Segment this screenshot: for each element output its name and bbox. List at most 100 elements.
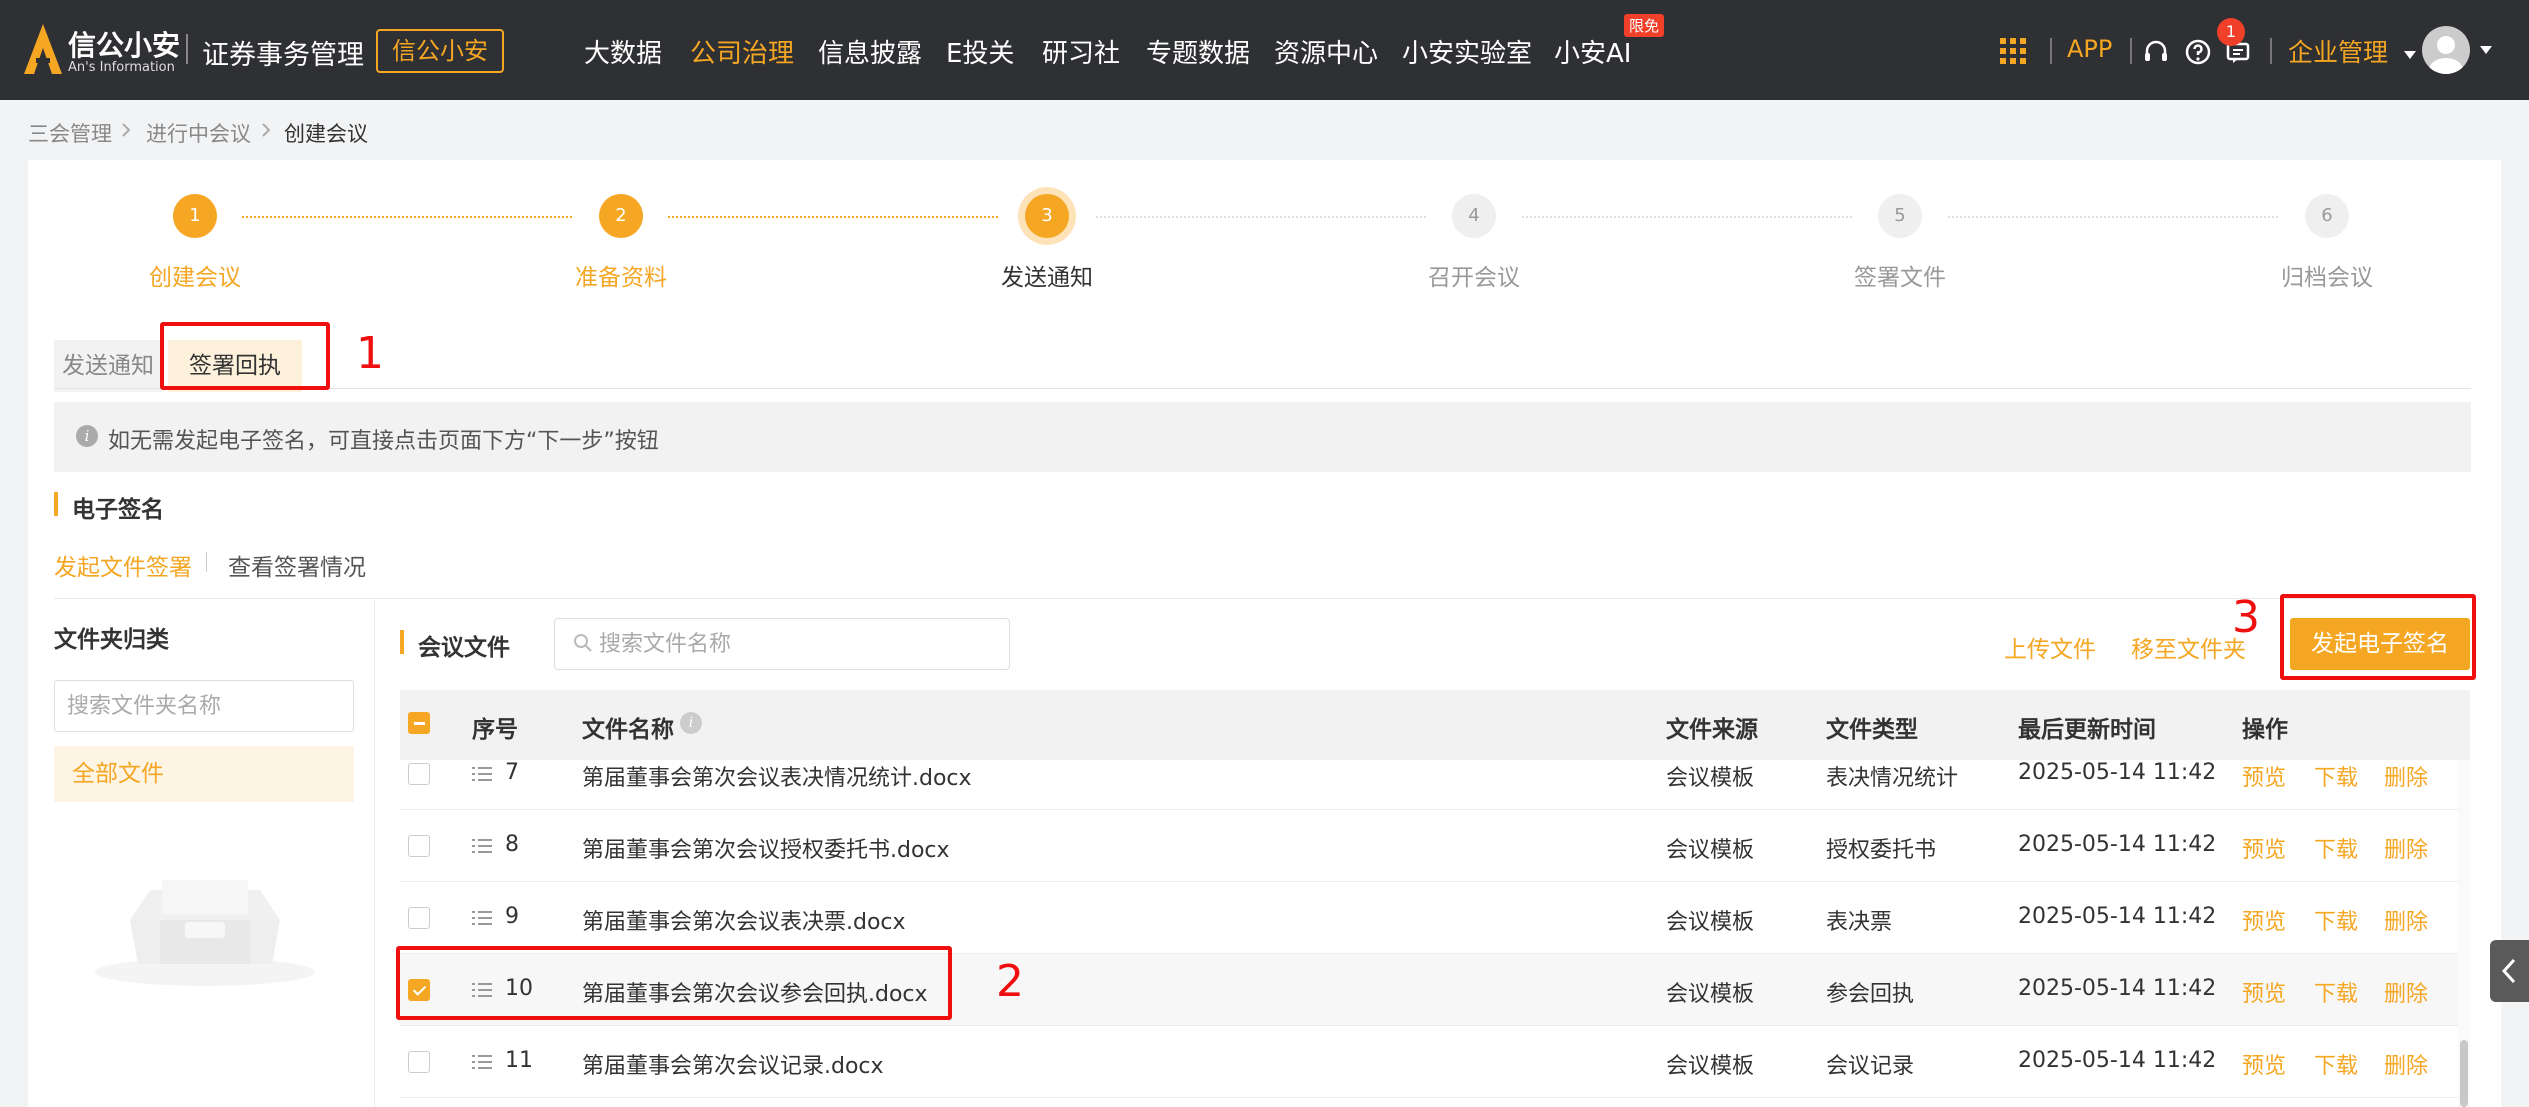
caret-down-icon <box>2403 51 2416 59</box>
step-2-label: 准备资料 <box>575 265 667 291</box>
avatar-icon <box>2429 36 2463 74</box>
annotation-number-3: 3 <box>2232 592 2260 643</box>
download-button[interactable]: 下载 <box>2314 976 2358 1008</box>
step-2-circle: 2 <box>599 194 643 238</box>
file-search-input[interactable] <box>599 627 999 661</box>
download-button[interactable]: 下载 <box>2314 904 2358 936</box>
row-type: 表决情况统计 <box>1826 766 1959 791</box>
breadcrumb-item[interactable]: 进行中会议 <box>146 118 251 148</box>
delete-button[interactable]: 删除 <box>2384 760 2428 792</box>
preview-button[interactable]: 预览 <box>2242 904 2286 936</box>
user-avatar[interactable] <box>2422 26 2470 74</box>
upload-file-button[interactable]: 上传文件 <box>2004 630 2096 664</box>
row-seq: 8 <box>505 832 519 857</box>
app-link[interactable]: APP <box>2067 35 2112 63</box>
nav-separator <box>2270 38 2272 64</box>
section-accent-bar <box>54 492 58 516</box>
row-file-name[interactable]: 第届董事会第次会议参会回执.docx <box>582 976 928 1008</box>
row-seq: 7 <box>505 760 519 785</box>
folder-search-input[interactable] <box>54 680 354 732</box>
row-file-name[interactable]: 第届董事会第次会议表决票.docx <box>582 904 906 936</box>
logo-divider <box>186 34 188 64</box>
drag-handle-icon[interactable] <box>472 838 492 854</box>
nav-item-investor-relations[interactable]: E投关 <box>946 33 1014 70</box>
chevron-right-icon <box>122 123 131 137</box>
nav-item-topic-data[interactable]: 专题数据 <box>1146 33 1250 70</box>
move-to-folder-button[interactable]: 移至文件夹 <box>2131 630 2246 664</box>
download-button[interactable]: 下载 <box>2314 760 2358 792</box>
nav-item-ai[interactable]: 小安AI <box>1554 33 1631 70</box>
step-1-label: 创建会议 <box>149 265 241 291</box>
delete-button[interactable]: 删除 <box>2384 1048 2428 1080</box>
preview-button[interactable]: 预览 <box>2242 1048 2286 1080</box>
help-icon[interactable] <box>2184 38 2212 66</box>
row-source: 会议模板 <box>1666 838 1755 863</box>
step-connector <box>242 216 572 218</box>
app-title: 证券事务管理 <box>202 40 364 71</box>
row-file-name[interactable]: 第届董事会第次会议表决情况统计.docx <box>582 760 972 792</box>
row-type: 授权委托书 <box>1826 838 1937 863</box>
breadcrumb-item[interactable]: 三会管理 <box>28 118 112 148</box>
annotation-number-2: 2 <box>996 956 1024 1007</box>
esign-section-title: 电子签名 <box>72 497 164 523</box>
row-checkbox[interactable] <box>408 763 430 785</box>
download-button[interactable]: 下载 <box>2314 832 2358 864</box>
nav-item-big-data[interactable]: 大数据 <box>584 33 662 70</box>
row-type: 参会回执 <box>1826 982 1915 1007</box>
preview-button[interactable]: 预览 <box>2242 976 2286 1008</box>
info-icon: i <box>76 425 98 447</box>
row-checkbox[interactable] <box>408 835 430 857</box>
row-checkbox[interactable] <box>408 907 430 929</box>
download-button[interactable]: 下载 <box>2314 1048 2358 1080</box>
row-file-name[interactable]: 第届董事会第次会议记录.docx <box>582 1048 884 1080</box>
drag-handle-icon[interactable] <box>472 766 492 782</box>
row-seq: 11 <box>505 1048 533 1073</box>
delete-button[interactable]: 删除 <box>2384 976 2428 1008</box>
folder-panel-divider <box>374 600 375 1107</box>
content-divider <box>54 598 2471 599</box>
row-checkbox[interactable] <box>408 1051 430 1073</box>
nav-item-corporate-governance[interactable]: 公司治理 <box>690 33 794 70</box>
nav-item-resource-center[interactable]: 资源中心 <box>1274 33 1378 70</box>
logo-icon[interactable] <box>24 24 62 74</box>
row-source: 会议模板 <box>1666 766 1755 791</box>
brand-button[interactable]: 信公小安 <box>376 29 504 73</box>
sublink-separator <box>206 552 207 572</box>
row-type: 表决票 <box>1826 910 1893 935</box>
nav-item-academy[interactable]: 研习社 <box>1042 33 1120 70</box>
file-search-box[interactable] <box>554 618 1010 670</box>
preview-button[interactable]: 预览 <box>2242 832 2286 864</box>
table-scrollbar-thumb[interactable] <box>2460 1040 2468 1107</box>
headset-icon[interactable] <box>2142 38 2170 66</box>
enterprise-menu[interactable]: 企业管理 <box>2288 33 2418 69</box>
row-updated: 2025-05-14 11:42 <box>2018 1048 2217 1073</box>
nav-item-disclosure[interactable]: 信息披露 <box>818 33 922 70</box>
start-signing-link[interactable]: 发起文件签署 <box>54 548 192 582</box>
files-panel-title: 会议文件 <box>418 635 510 661</box>
view-signing-link[interactable]: 查看签署情况 <box>228 548 366 582</box>
tab-sign-receipt[interactable]: 签署回执 <box>168 340 302 392</box>
row-updated: 2025-05-14 11:42 <box>2018 904 2217 929</box>
delete-button[interactable]: 删除 <box>2384 832 2428 864</box>
preview-button[interactable]: 预览 <box>2242 760 2286 792</box>
step-6-circle: 6 <box>2305 194 2349 238</box>
nav-item-lab[interactable]: 小安实验室 <box>1402 33 1532 70</box>
drag-handle-icon[interactable] <box>472 1054 492 1070</box>
side-panel-toggle[interactable] <box>2490 940 2529 1002</box>
tab-send-notice[interactable]: 发送通知 <box>54 340 162 392</box>
drag-handle-icon[interactable] <box>472 910 492 926</box>
apps-grid-icon[interactable] <box>2000 38 2026 64</box>
caret-down-icon[interactable] <box>2478 44 2494 56</box>
delete-button[interactable]: 删除 <box>2384 904 2428 936</box>
step-connector <box>1522 216 1852 218</box>
start-esign-button[interactable]: 发起电子签名 <box>2290 618 2470 670</box>
search-icon <box>574 634 592 652</box>
row-checkbox[interactable] <box>408 979 430 1001</box>
help-icon[interactable]: i <box>680 712 702 734</box>
row-file-name[interactable]: 第届董事会第次会议授权委托书.docx <box>582 832 950 864</box>
section-accent-bar <box>400 630 404 654</box>
drag-handle-icon[interactable] <box>472 982 492 998</box>
notification-badge: 1 <box>2217 18 2245 46</box>
folder-all-files[interactable]: 全部文件 <box>54 746 354 802</box>
select-all-checkbox[interactable] <box>408 712 430 734</box>
